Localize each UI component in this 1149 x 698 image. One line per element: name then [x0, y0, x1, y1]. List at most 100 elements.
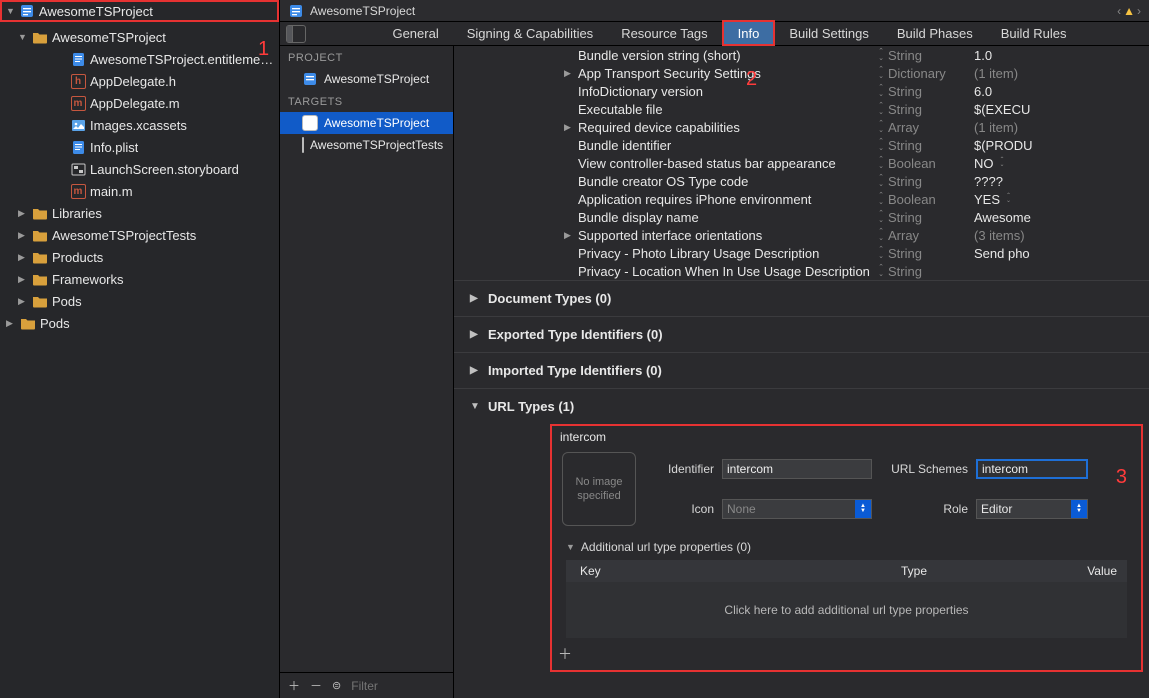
target-item-app[interactable]: AwesomeTSProject — [280, 112, 453, 134]
file-tree[interactable]: ▼AwesomeTSProjectAwesomeTSProject.entitl… — [0, 22, 279, 698]
stepper-icon[interactable]: ⌃⌄ — [874, 209, 888, 225]
plist-row[interactable]: Application requires iPhone environment⌃… — [454, 190, 1149, 208]
stepper-icon[interactable]: ⌃⌄ — [874, 83, 888, 99]
tree-item[interactable]: mmain.m — [0, 180, 279, 202]
plist-row[interactable]: Executable file⌃⌄String$(EXECU — [454, 100, 1149, 118]
chevron-right-icon[interactable]: ▶ — [564, 68, 574, 79]
stepper-icon[interactable]: ⌃⌄ — [874, 65, 888, 81]
tree-item[interactable]: ▼AwesomeTSProject — [0, 26, 279, 48]
tree-item[interactable]: hAppDelegate.h — [0, 70, 279, 92]
section-imported-types[interactable]: ▶ Imported Type Identifiers (0) — [454, 352, 1149, 388]
plist-value[interactable]: NO⌃⌄ — [968, 156, 1149, 171]
stepper-icon[interactable]: ⌃⌄ — [874, 101, 888, 117]
sidebar-toggle-icon[interactable] — [286, 25, 306, 43]
url-schemes-input[interactable] — [976, 459, 1088, 479]
tab-build-phases[interactable]: Build Phases — [883, 21, 987, 45]
plist-value[interactable]: 1.0 — [968, 48, 1149, 63]
plist-value[interactable]: $(EXECU — [968, 102, 1149, 117]
section-url-types[interactable]: ▼ URL Types (1) — [454, 388, 1149, 424]
tab-general[interactable]: General — [378, 21, 452, 45]
remove-target-button[interactable]: － — [310, 677, 322, 694]
chevron-right-icon[interactable]: ▶ — [18, 296, 28, 307]
stepper-icon[interactable]: ⌃⌄ — [874, 173, 888, 189]
stepper-icon[interactable]: ⌃⌄ — [1000, 158, 1012, 168]
chevron-right-icon[interactable]: ▶ — [564, 230, 574, 241]
chevron-right-icon[interactable]: ▶ — [18, 208, 28, 219]
tab-build-rules[interactable]: Build Rules — [987, 21, 1081, 45]
stepper-icon[interactable]: ⌃⌄ — [874, 191, 888, 207]
tree-item[interactable]: ▶Pods — [0, 312, 279, 334]
info-editor[interactable]: Bundle version string (short)⌃⌄String1.0… — [454, 46, 1149, 698]
chevron-right-icon[interactable]: ▶ — [6, 318, 16, 329]
icon-select[interactable]: None ▲▼ — [722, 499, 872, 519]
stepper-icon[interactable]: ⌃⌄ — [874, 119, 888, 135]
tree-item[interactable]: ▶Products — [0, 246, 279, 268]
warning-icon[interactable]: ▲ — [1123, 4, 1135, 18]
stepper-icon[interactable]: ⌃⌄ — [874, 47, 888, 63]
plist-row[interactable]: ▶Supported interface orientations⌃⌄Array… — [454, 226, 1149, 244]
tree-item[interactable]: Info.plist — [0, 136, 279, 158]
chevron-right-icon[interactable]: ▶ — [18, 274, 28, 285]
project-item[interactable]: AwesomeTSProject — [280, 68, 453, 90]
stepper-icon[interactable]: ⌃⌄ — [874, 227, 888, 243]
chevron-right-icon[interactable]: ▶ — [564, 122, 574, 133]
role-select[interactable]: Editor ▲▼ — [976, 499, 1088, 519]
stepper-icon[interactable]: ⌃⌄ — [874, 245, 888, 261]
plist-value[interactable]: (1 item) — [968, 66, 1149, 81]
plist-value[interactable]: (3 items) — [968, 228, 1149, 243]
additional-properties-header[interactable]: ▼ Additional url type properties (0) — [552, 530, 1141, 560]
plist-row[interactable]: Bundle display name⌃⌄StringAwesome — [454, 208, 1149, 226]
plist-row[interactable]: InfoDictionary version⌃⌄String6.0 — [454, 82, 1149, 100]
tree-item[interactable]: ▶Libraries — [0, 202, 279, 224]
tree-item[interactable]: LaunchScreen.storyboard — [0, 158, 279, 180]
stepper-icon[interactable]: ⌃⌄ — [1006, 194, 1018, 204]
plist-value[interactable]: Awesome — [968, 210, 1149, 225]
plist-value[interactable]: ???? — [968, 174, 1149, 189]
stepper-icon[interactable]: ⌃⌄ — [874, 137, 888, 153]
disclosure-triangle-icon[interactable]: ▼ — [6, 6, 15, 16]
plist-row[interactable]: ▶App Transport Security Settings⌃⌄Dictio… — [454, 64, 1149, 82]
add-target-button[interactable]: ＋ — [288, 677, 300, 694]
chevron-right-icon[interactable]: ▶ — [18, 252, 28, 263]
plist-value[interactable]: Send pho — [968, 246, 1149, 261]
tree-item[interactable]: ▶Pods — [0, 290, 279, 312]
plist-row[interactable]: ▶Required device capabilities⌃⌄Array(1 i… — [454, 118, 1149, 136]
plist-value[interactable]: (1 item) — [968, 120, 1149, 135]
tab-info[interactable]: Info — [722, 20, 776, 46]
tree-item[interactable]: Images.xcassets — [0, 114, 279, 136]
tree-item[interactable]: AwesomeTSProject.entitleme… — [0, 48, 279, 70]
plist-value[interactable]: YES⌃⌄ — [968, 192, 1149, 207]
chevron-down-icon[interactable]: ▼ — [18, 32, 28, 42]
plist-row[interactable]: Bundle version string (short)⌃⌄String1.0 — [454, 46, 1149, 64]
breadcrumb-project[interactable]: AwesomeTSProject — [310, 4, 415, 18]
target-item-tests[interactable]: AwesomeTSProjectTests — [280, 134, 453, 156]
tab-resource-tags[interactable]: Resource Tags — [607, 21, 721, 45]
plist-row[interactable]: Privacy - Photo Library Usage Descriptio… — [454, 244, 1149, 262]
plist-value[interactable]: $(PRODU — [968, 138, 1149, 153]
plist-row[interactable]: View controller-based status bar appeara… — [454, 154, 1149, 172]
tab-signing-capabilities[interactable]: Signing & Capabilities — [453, 21, 607, 45]
navigator-root[interactable]: ▼ AwesomeTSProject — [0, 0, 279, 22]
tree-item[interactable]: ▶AwesomeTSProjectTests — [0, 224, 279, 246]
add-url-type-button[interactable]: ＋ — [552, 638, 1141, 664]
plist-value[interactable]: 6.0 — [968, 84, 1149, 99]
chevron-right-icon[interactable]: ▶ — [18, 230, 28, 241]
tree-item[interactable]: mAppDelegate.m — [0, 92, 279, 114]
plist-row[interactable]: Bundle identifier⌃⌄String$(PRODU — [454, 136, 1149, 154]
plist-row[interactable]: Privacy - Location When In Use Usage Des… — [454, 262, 1149, 280]
nav-forward-icon[interactable]: › — [1137, 4, 1141, 18]
nav-back-icon[interactable]: ‹ — [1117, 4, 1121, 18]
url-type-image-well[interactable]: No image specified — [562, 452, 636, 526]
project-icon — [302, 71, 318, 87]
file-blue-icon — [70, 51, 86, 67]
navigator-root-label: AwesomeTSProject — [39, 4, 153, 19]
tab-build-settings[interactable]: Build Settings — [775, 21, 883, 45]
tree-item[interactable]: ▶Frameworks — [0, 268, 279, 290]
stepper-icon[interactable]: ⌃⌄ — [874, 155, 888, 171]
additional-empty-row[interactable]: Click here to add additional url type pr… — [566, 582, 1127, 638]
plist-row[interactable]: Bundle creator OS Type code⌃⌄String???? — [454, 172, 1149, 190]
section-exported-types[interactable]: ▶ Exported Type Identifiers (0) — [454, 316, 1149, 352]
identifier-input[interactable] — [722, 459, 872, 479]
stepper-icon[interactable]: ⌃⌄ — [874, 263, 888, 279]
section-document-types[interactable]: ▶ Document Types (0) — [454, 280, 1149, 316]
